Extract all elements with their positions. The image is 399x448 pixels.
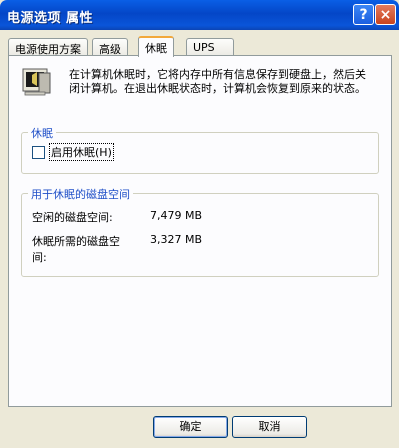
tab-advanced[interactable]: 高级: [92, 38, 128, 56]
enable-hibernate-row[interactable]: 启用休眠(H): [32, 143, 114, 161]
required-space-label: 休眠所需的磁盘空间:: [32, 235, 120, 264]
enable-hibernate-checkbox[interactable]: [32, 145, 45, 159]
computer-hibernate-icon: [22, 68, 51, 96]
required-space-row: 休眠所需的磁盘空间: 3,327 MB: [32, 233, 202, 265]
free-space-row: 空闲的磁盘空间: 7,479 MB: [32, 209, 202, 225]
window-title: 电源选项 属性: [7, 11, 94, 26]
hibernate-description: 在计算机休眠时，它将内存中所有信息保存到硬盘上，然后关闭计算机。在退出休眠状态时…: [69, 68, 366, 95]
tab-ups[interactable]: UPS: [186, 38, 234, 55]
disk-space-group: 用于休眠的磁盘空间 空闲的磁盘空间: 7,479 MB 休眠所需的磁盘空间: 3…: [21, 186, 379, 277]
hibernate-group: 休眠 启用休眠(H): [21, 125, 379, 174]
cancel-button[interactable]: 取消: [232, 416, 307, 438]
enable-hibernate-label[interactable]: 启用休眠(H): [49, 143, 114, 161]
tab-panel: 在计算机休眠时，它将内存中所有信息保存到硬盘上，然后关闭计算机。在退出休眠状态时…: [8, 55, 392, 407]
title-bar: 电源选项 属性 ? ×: [0, 0, 399, 30]
help-button[interactable]: ?: [353, 4, 374, 25]
tab-power-schemes[interactable]: 电源使用方案: [8, 38, 88, 56]
tab-strip: 电源使用方案 高级 休眠 UPS: [8, 36, 392, 57]
hibernate-group-title: 休眠: [28, 125, 56, 141]
free-space-value: 7,479 MB: [149, 209, 202, 222]
disk-space-group-title: 用于休眠的磁盘空间: [28, 186, 133, 202]
free-space-label: 空闲的磁盘空间:: [32, 211, 113, 224]
ok-button[interactable]: 确定: [153, 416, 228, 438]
required-space-value: 3,327 MB: [149, 233, 202, 246]
close-button[interactable]: ×: [375, 4, 396, 25]
tab-hibernate[interactable]: 休眠: [138, 36, 174, 57]
